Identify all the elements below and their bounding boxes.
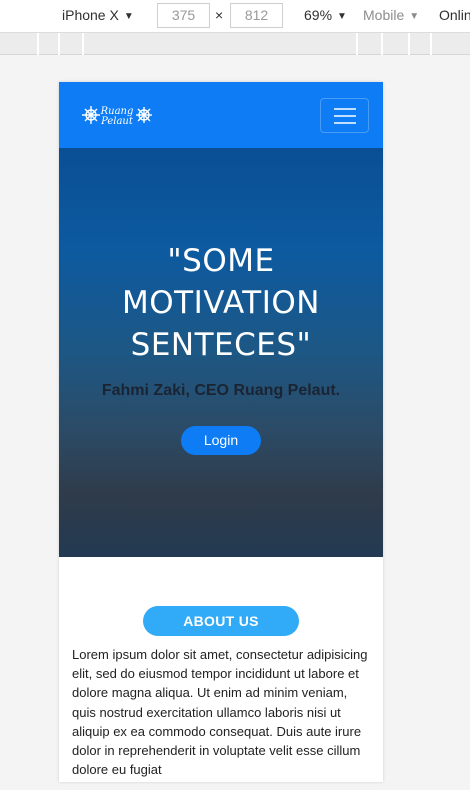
caret-down-icon: ▼: [409, 11, 420, 22]
about-us-button[interactable]: ABOUT US: [143, 606, 299, 636]
about-text: Lorem ipsum dolor sit amet, consectetur …: [72, 647, 368, 778]
ruler-tick: [430, 33, 432, 55]
viewport-height-input[interactable]: 812: [230, 3, 283, 28]
ruler-tick: [82, 33, 84, 55]
ruler-tick: [381, 33, 383, 55]
ruler-tick: [58, 33, 60, 55]
zoom-label: 69%: [304, 7, 333, 23]
throttle-label: Mobile: [363, 7, 405, 23]
throttle-select[interactable]: Mobile ▼: [363, 7, 419, 23]
hamburger-icon: [334, 115, 356, 117]
device-select[interactable]: iPhone X ▼: [62, 7, 134, 23]
login-button[interactable]: Login: [181, 426, 261, 455]
hero-title: "SOME MOTIVATION SENTECES": [59, 240, 383, 366]
caret-down-icon: ▼: [337, 11, 347, 22]
devtools-toolbar: iPhone X ▼ 375 × 812 69% ▼ Mobile ▼ Onlin: [0, 0, 470, 33]
ship-wheel-logo-icon: Ruang Pelaut: [82, 106, 152, 127]
hamburger-icon: [334, 108, 356, 110]
viewport-width-input[interactable]: 375: [157, 3, 210, 28]
dimension-separator: ×: [215, 7, 224, 23]
device-label: iPhone X: [62, 7, 119, 23]
caret-down-icon: ▼: [123, 11, 134, 22]
media-query-ruler[interactable]: [0, 33, 470, 55]
ruler-tick: [356, 33, 358, 55]
navbar: Ruang Pelaut: [59, 82, 383, 148]
logo-text-bottom: Pelaut: [100, 116, 134, 127]
hamburger-icon: [334, 122, 356, 124]
network-select[interactable]: Onlin: [439, 7, 470, 23]
hero-title-line: MOTIVATION: [122, 285, 320, 321]
brand-logo[interactable]: Ruang Pelaut: [80, 102, 154, 128]
hero-title-line: SENTECES": [130, 327, 312, 363]
menu-toggle-button[interactable]: [320, 98, 369, 133]
hero-section: "SOME MOTIVATION SENTECES" Fahmi Zaki, C…: [59, 148, 383, 557]
hero-title-line: "SOME: [167, 243, 275, 279]
ruler-tick: [408, 33, 410, 55]
hero-subtitle: Fahmi Zaki, CEO Ruang Pelaut.: [101, 382, 341, 399]
zoom-select[interactable]: 69% ▼: [304, 7, 347, 23]
mobile-viewport: Ruang Pelaut "SOME MOTIVATION SENTECES" …: [59, 82, 383, 782]
ruler-tick: [37, 33, 39, 55]
